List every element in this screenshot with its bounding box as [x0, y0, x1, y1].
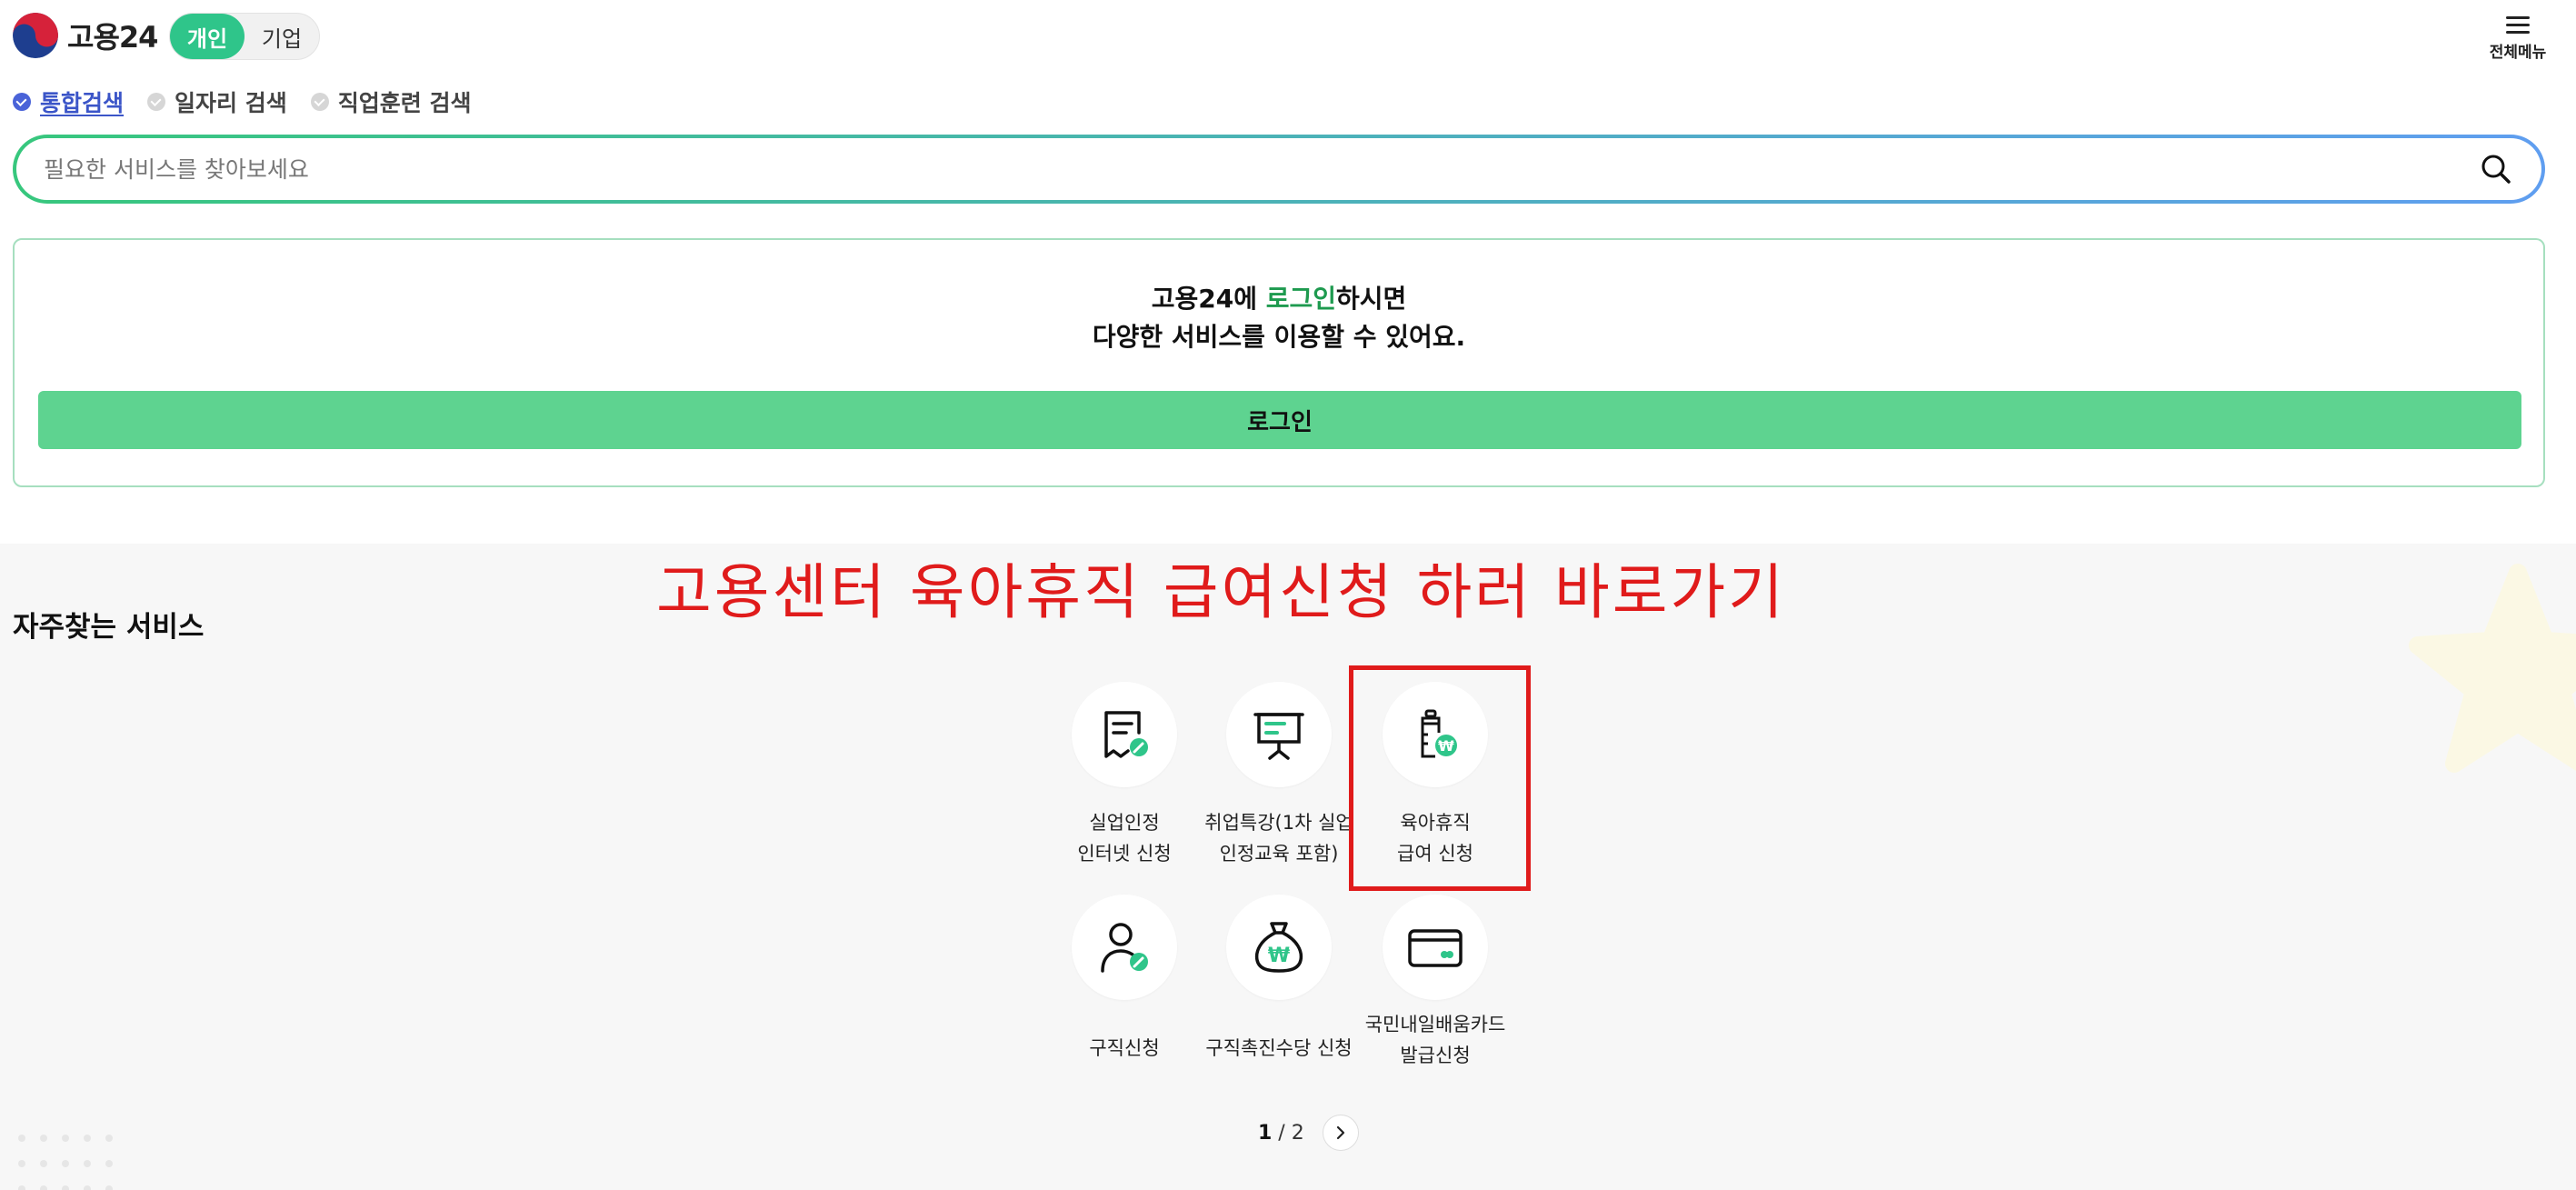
section-title: 자주찾는 서비스: [13, 611, 205, 644]
annotation-text: 고용센터 육아휴직 급여신청 하러 바로가기: [656, 557, 1786, 627]
pager-total: 2: [1291, 1121, 1304, 1145]
login-message: 고용24에 로그인하시면 다양한 서비스를 이용할 수 있어요.: [15, 280, 2543, 356]
money-bag-won-icon: ₩: [1254, 922, 1303, 973]
service-job-promotion-allowance[interactable]: ₩ 구직촉진수당 신청: [1202, 895, 1356, 1064]
service-icon-circle: [1226, 682, 1332, 787]
hamburger-icon: [2506, 16, 2530, 34]
person-pen-icon: [1101, 923, 1148, 973]
login-button[interactable]: 로그인: [38, 391, 2521, 449]
service-icon-circle: [1072, 895, 1177, 1000]
pager-next-button[interactable]: [1322, 1115, 1359, 1151]
svg-text:₩: ₩: [1268, 945, 1290, 967]
pager: 1 / 2: [1258, 1115, 1359, 1151]
brand-name: 고용24: [67, 20, 158, 55]
scope-job-search[interactable]: 일자리 검색: [147, 85, 287, 118]
service-national-learning-card[interactable]: 국민내일배움카드 발급신청: [1358, 895, 1513, 1071]
login-msg-suffix: 하시면: [1336, 284, 1407, 314]
all-menu-button[interactable]: 전체메뉴: [2487, 15, 2549, 62]
scope-label: 일자리 검색: [175, 90, 287, 116]
search-bar-inner: [16, 138, 2541, 200]
search-icon[interactable]: [2478, 151, 2514, 187]
service-label: 구직촉진수당 신청: [1205, 1037, 1353, 1059]
login-card: 고용24에 로그인하시면 다양한 서비스를 이용할 수 있어요. 로그인: [13, 238, 2545, 487]
search-bar: [13, 135, 2545, 204]
service-job-application[interactable]: 구직신청: [1047, 895, 1202, 1064]
scope-label: 통합검색: [40, 90, 125, 116]
segment-business[interactable]: 기업: [245, 14, 319, 59]
star-decoration-icon: [2409, 564, 2576, 773]
taegeuk-logo-icon: [13, 13, 58, 58]
user-type-toggle[interactable]: 개인 기업: [169, 13, 320, 60]
service-icon-circle: [1072, 682, 1177, 787]
check-circle-icon: [13, 93, 31, 111]
check-circle-icon: [310, 93, 329, 111]
service-icon-circle: ₩: [1226, 895, 1332, 1000]
all-menu-label: 전체메뉴: [2489, 44, 2547, 62]
service-label: 구직신청: [1089, 1037, 1160, 1059]
login-msg-prefix: 고용24에: [1151, 284, 1266, 314]
login-msg-line2: 다양한 서비스를 이용할 수 있어요.: [1092, 322, 1466, 352]
chevron-right-icon: [1336, 1125, 1344, 1140]
frequent-services-section: 고용센터 육아휴직 급여신청 하러 바로가기 자주찾는 서비스 실업인정 인터넷…: [0, 544, 2576, 1190]
card-icon: [1408, 929, 1463, 967]
login-msg-highlight: 로그인: [1265, 284, 1336, 314]
receipt-pen-icon: [1104, 711, 1148, 758]
pager-text: 1 / 2: [1258, 1121, 1304, 1145]
scope-integrated-search[interactable]: 통합검색: [13, 85, 124, 118]
check-circle-icon: [147, 93, 166, 111]
segment-personal[interactable]: 개인: [170, 14, 245, 59]
dots-decoration-icon: [18, 1135, 113, 1190]
presentation-board-icon: [1253, 713, 1304, 760]
scope-training-search[interactable]: 직업훈련 검색: [310, 85, 472, 118]
service-label: 실업인정 인터넷 신청: [1077, 812, 1172, 865]
service-label: 취업특강(1차 실업 인정교육 포함): [1204, 812, 1353, 865]
service-unemployment-recognition[interactable]: 실업인정 인터넷 신청: [1047, 682, 1202, 869]
search-scope: 통합검색 일자리 검색 직업훈련 검색: [13, 85, 471, 118]
pager-current: 1: [1258, 1121, 1273, 1145]
service-label: 국민내일배움카드 발급신청: [1364, 1014, 1506, 1066]
service-employment-lecture[interactable]: 취업특강(1차 실업 인정교육 포함): [1202, 682, 1356, 869]
search-input[interactable]: [44, 155, 2478, 183]
service-icon-circle: [1383, 895, 1488, 1000]
highlight-box: [1349, 665, 1531, 891]
brand-logo[interactable]: 고용24: [13, 13, 158, 58]
scope-label: 직업훈련 검색: [337, 90, 472, 116]
